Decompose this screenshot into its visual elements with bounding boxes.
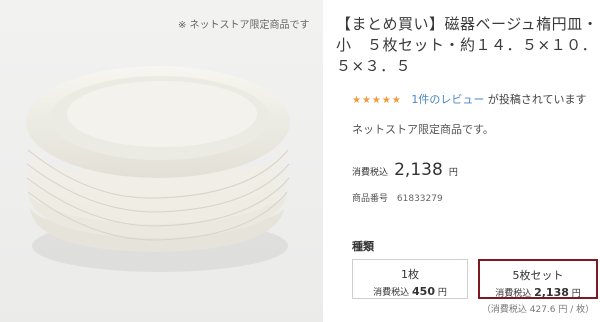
- review-count-link[interactable]: 1件のレビュー: [411, 93, 484, 106]
- variant-name: 5枚セット: [512, 269, 564, 282]
- star-rating-icon: ★★★★★: [352, 95, 402, 106]
- review-summary: ★★★★★ 1件のレビュー が投稿されています: [352, 91, 587, 107]
- variant-price: 消費税込 2,138 円: [495, 286, 581, 299]
- net-store-only-note: ※ ネットストア限定商品です: [178, 20, 310, 31]
- yen-label: 円: [448, 168, 458, 178]
- limited-note: ネットストア限定商品です。: [352, 123, 494, 136]
- product-title: 【まとめ買い】磁器ベージュ楕円皿・小 ５枚セット・約１４．５×１０．５×３．５: [336, 15, 599, 75]
- review-suffix-text: が投稿されています: [487, 93, 587, 106]
- variant-price: 消費税込 450 円: [373, 285, 447, 298]
- variant-name: 1枚: [401, 268, 419, 281]
- tax-label: 消費税込: [352, 168, 389, 178]
- product-code-label: 商品番号: [352, 194, 389, 204]
- per-item-price: （消費税込 427.6 円 / 枚）: [481, 305, 595, 315]
- product-image: ※ ネットストア限定商品です: [0, 0, 323, 322]
- product-page: ※ ネットストア限定商品です 【まとめ買い】磁器ベージュ楕円皿・小 ５枚セット・…: [0, 0, 600, 322]
- price-display: 消費税込 2,138 円: [352, 160, 458, 180]
- product-code: 商品番号 61833279: [352, 191, 443, 204]
- product-code-value: 61833279: [396, 194, 443, 204]
- variant-option-single[interactable]: 1枚 消費税込 450 円: [352, 259, 468, 299]
- stacked-plates-image: [0, 0, 323, 322]
- variant-heading: 種類: [352, 240, 374, 253]
- price-amount: 2,138: [394, 160, 443, 180]
- product-info-panel: 【まとめ買い】磁器ベージュ楕円皿・小 ５枚セット・約１４．５×１０．５×３．５ …: [336, 0, 600, 322]
- variant-option-five-set[interactable]: 5枚セット 消費税込 2,138 円: [478, 259, 598, 299]
